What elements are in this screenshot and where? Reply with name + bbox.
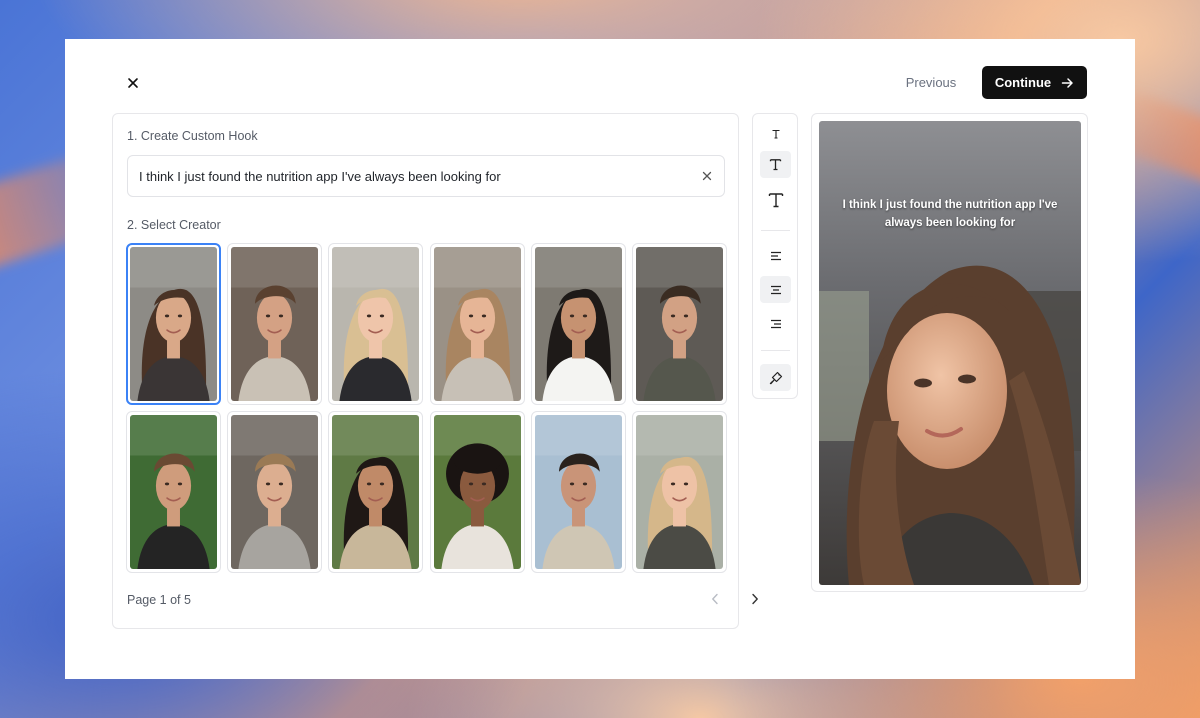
- close-icon: [702, 171, 712, 181]
- creator-card[interactable]: [429, 243, 525, 405]
- align-left-button[interactable]: [760, 242, 791, 269]
- align-center-button[interactable]: [760, 276, 791, 303]
- align-right-button[interactable]: [760, 310, 791, 337]
- creator-photo: [332, 415, 420, 569]
- creator-photo: [534, 415, 622, 569]
- creator-card[interactable]: [530, 243, 626, 405]
- close-icon: [128, 78, 138, 88]
- text-style-toolbar: [752, 113, 798, 399]
- page-indicator: Page 1 of 5: [127, 593, 191, 607]
- creator-card[interactable]: [631, 243, 727, 405]
- creator-card[interactable]: [126, 243, 221, 405]
- creator-card[interactable]: [328, 243, 424, 405]
- align-left-icon: [770, 251, 781, 260]
- text-size-small-icon: [772, 129, 779, 139]
- creator-photo: [433, 415, 521, 569]
- creator-card[interactable]: [631, 411, 727, 573]
- creator-photo: [130, 247, 217, 401]
- creator-photo: [635, 415, 723, 569]
- toolbar-divider: [761, 350, 790, 351]
- preview-caption: I think I just found the nutrition app I…: [842, 199, 1058, 229]
- hook-input-container: [127, 155, 725, 197]
- creator-photo: [433, 247, 521, 401]
- continue-button[interactable]: Continue: [982, 66, 1087, 99]
- creator-card[interactable]: [530, 411, 626, 573]
- arrow-right-icon: [1061, 77, 1073, 88]
- toolbar-divider: [761, 230, 790, 231]
- hook-input[interactable]: [128, 156, 688, 196]
- continue-label: Continue: [994, 75, 1052, 90]
- chevron-right-icon: [752, 593, 758, 605]
- creator-photo: [534, 247, 622, 401]
- creator-card[interactable]: [227, 411, 323, 573]
- text-size-small-button[interactable]: [760, 120, 791, 147]
- creator-photo: [231, 415, 319, 569]
- creator-photo: [231, 247, 319, 401]
- preview-image: I think I just found the nutrition app I…: [819, 121, 1081, 585]
- creator-photo: [332, 247, 420, 401]
- close-button[interactable]: [123, 73, 143, 93]
- creator-photo: [635, 247, 723, 401]
- align-right-icon: [770, 319, 781, 328]
- editor-window: Previous Continue 1. Create Custom Hook …: [65, 39, 1135, 679]
- video-preview-panel: I think I just found the nutrition app I…: [811, 113, 1088, 592]
- text-size-medium-icon: [769, 159, 782, 171]
- paint-brush-icon: [769, 371, 782, 384]
- creator-card[interactable]: [328, 411, 424, 573]
- chevron-left-icon: [712, 593, 718, 605]
- creator-photo: [130, 415, 217, 569]
- clear-hook-button[interactable]: [698, 167, 716, 185]
- previous-button[interactable]: Previous: [895, 66, 967, 98]
- next-page-button[interactable]: [745, 589, 765, 609]
- creator-card[interactable]: [227, 243, 323, 405]
- text-size-large-icon: [768, 192, 783, 207]
- creator-grid: [126, 243, 727, 573]
- previous-page-button[interactable]: [705, 589, 725, 609]
- creator-card[interactable]: [126, 411, 221, 573]
- hook-and-creator-panel: 1. Create Custom Hook 2. Select Creator: [112, 113, 758, 629]
- creator-card[interactable]: [429, 411, 525, 573]
- text-size-large-button[interactable]: [760, 186, 791, 213]
- align-center-icon: [770, 285, 781, 294]
- creator-section-label: 2. Select Creator: [127, 218, 221, 232]
- text-size-medium-button[interactable]: [760, 151, 791, 178]
- hook-section-label: 1. Create Custom Hook: [127, 129, 258, 143]
- text-color-button[interactable]: [760, 364, 791, 391]
